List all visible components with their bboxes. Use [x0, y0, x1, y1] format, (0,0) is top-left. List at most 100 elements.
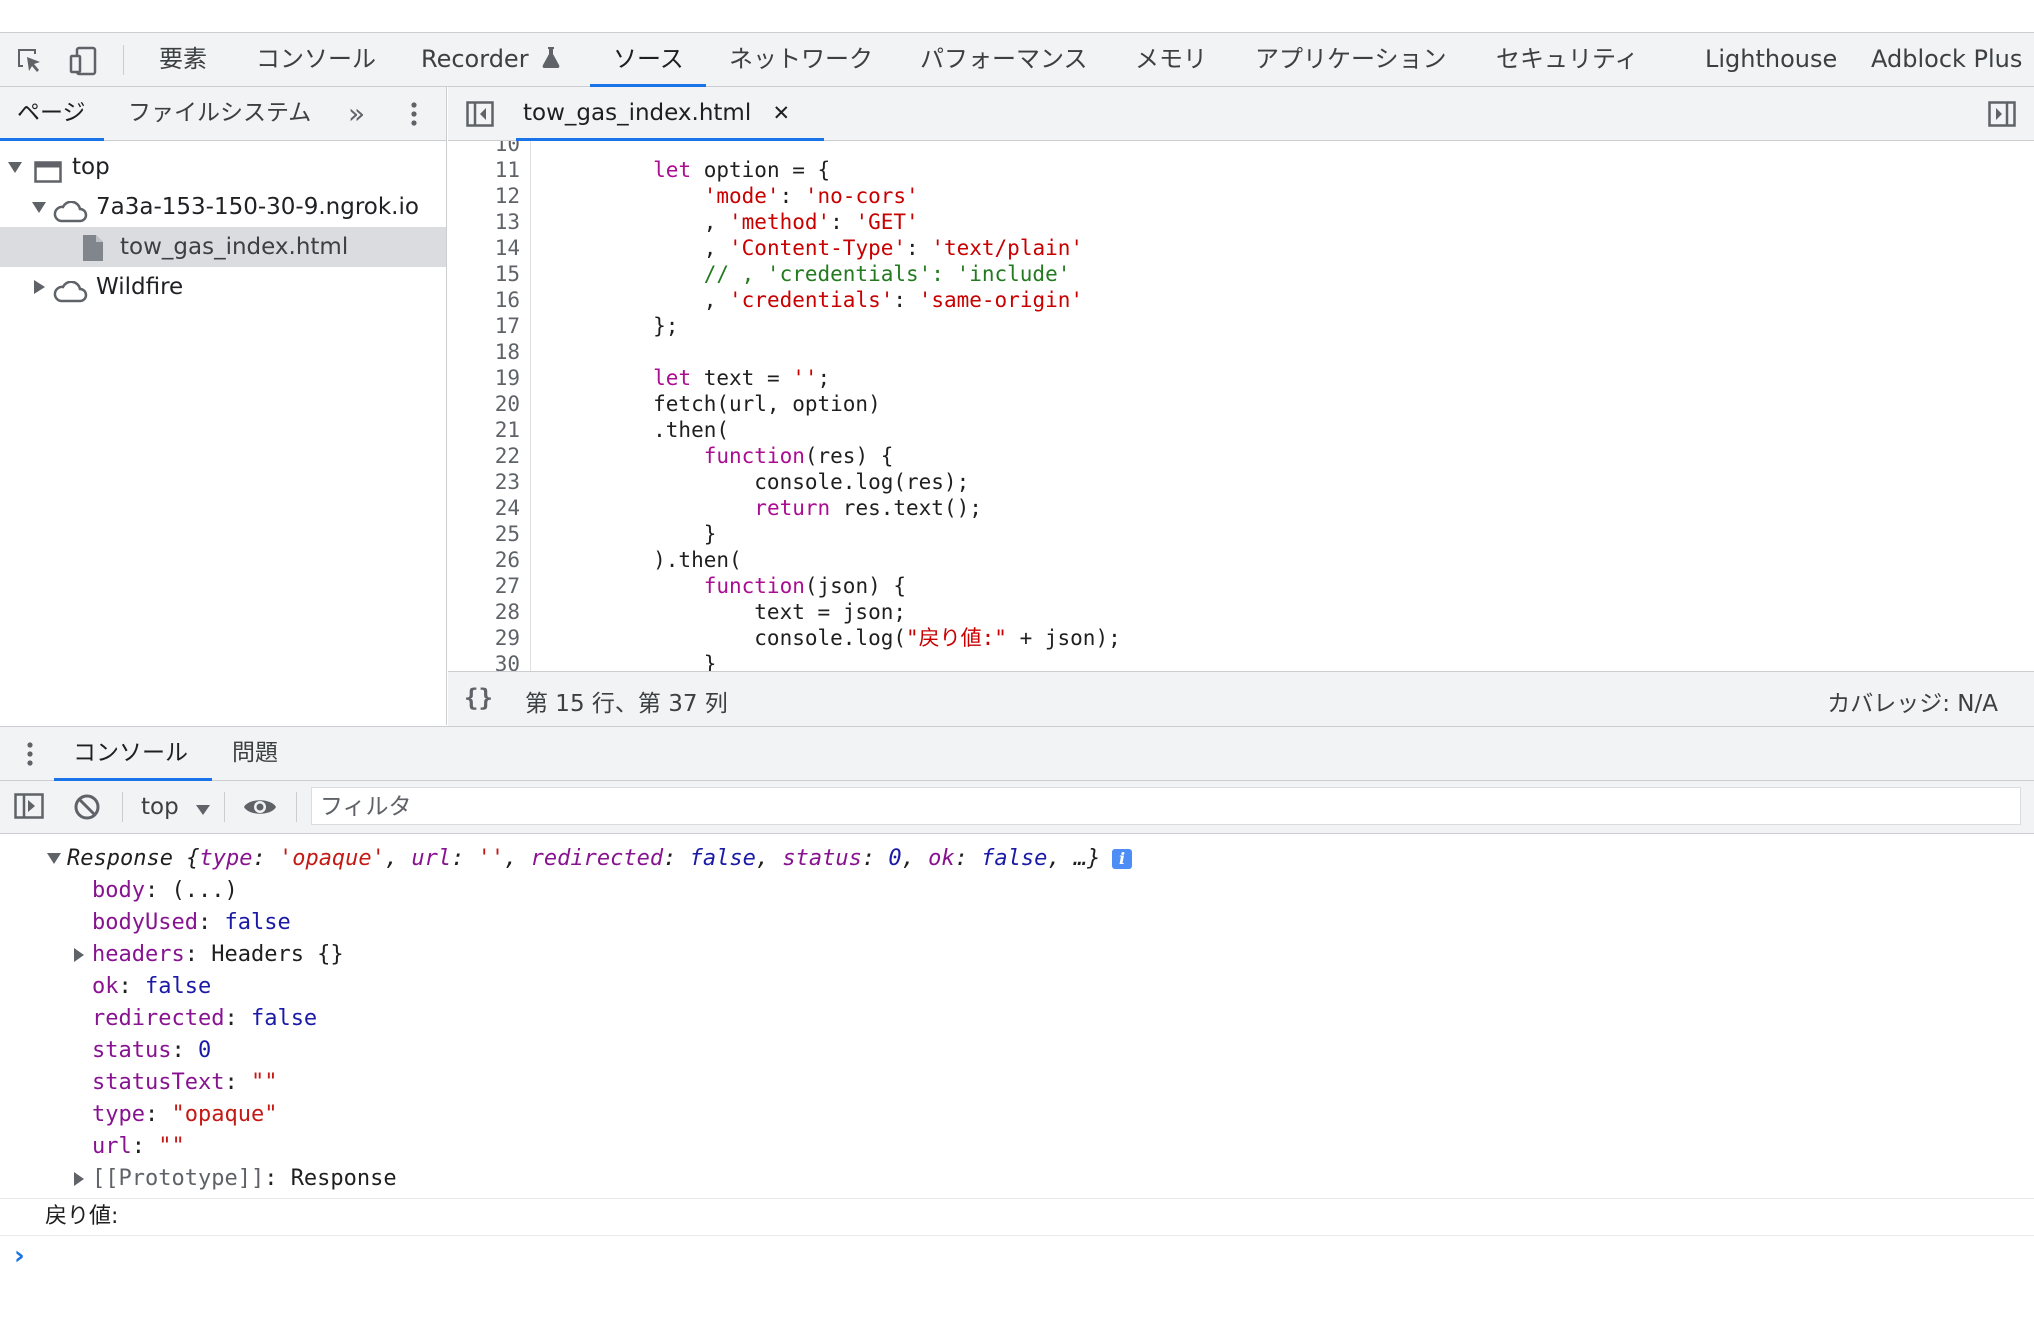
tab-security[interactable]: セキュリティ [1496, 33, 1639, 86]
code-token: fetch(url, option) [552, 392, 881, 416]
tab-performance[interactable]: パフォーマンス [920, 33, 1088, 86]
property-value: false [145, 974, 212, 999]
tab-page[interactable]: ページ [17, 87, 86, 140]
code-line: // , 'credentials': 'include' [552, 261, 1071, 287]
context-selector[interactable]: top [141, 781, 211, 834]
property-value: "" [250, 1070, 278, 1095]
close-tab-icon[interactable]: ✕ [773, 101, 791, 125]
console-input[interactable] [44, 1240, 2014, 1272]
drawer-tab-console[interactable]: コンソール [73, 727, 188, 780]
line-number[interactable]: 27 [495, 573, 520, 599]
line-number[interactable]: 23 [495, 469, 520, 495]
tab-lighthouse[interactable]: Lighthouse [1705, 33, 1837, 86]
tree-item-file[interactable]: tow_gas_index.html [0, 227, 446, 267]
line-number[interactable]: 17 [495, 313, 520, 339]
tab-adblock-plus[interactable]: Adblock Plus [1871, 33, 2022, 86]
expand-arrow-icon[interactable] [32, 202, 46, 213]
line-number[interactable]: 18 [495, 339, 520, 365]
device-toolbar-icon[interactable] [68, 45, 100, 77]
expand-arrow-icon[interactable] [74, 948, 84, 962]
toggle-navigator-icon[interactable] [466, 101, 494, 131]
line-number[interactable]: 25 [495, 521, 520, 547]
line-number[interactable]: 13 [495, 209, 520, 235]
tab-filesystem[interactable]: ファイルシステム [128, 87, 311, 140]
toggle-debugger-icon[interactable] [1988, 101, 2016, 131]
line-number[interactable]: 10 [495, 141, 520, 157]
dropdown-arrow-icon [196, 782, 211, 834]
line-number[interactable]: 28 [495, 599, 520, 625]
toolbar-divider [123, 45, 124, 75]
line-number[interactable]: 22 [495, 443, 520, 469]
line-number[interactable]: 19 [495, 365, 520, 391]
console-filter-input[interactable]: フィルタ [311, 787, 2021, 825]
code-token: : [893, 288, 919, 312]
more-options-icon[interactable] [408, 101, 420, 127]
tab-sources[interactable]: ソース [613, 33, 684, 86]
summary-token: type [199, 846, 253, 871]
line-number[interactable]: 24 [495, 495, 520, 521]
line-number[interactable]: 20 [495, 391, 520, 417]
code-token: (json) { [804, 574, 907, 598]
property-colon: : [224, 1006, 251, 1031]
summary-token: 0 [888, 846, 902, 871]
property-colon: : [264, 1166, 291, 1191]
tab-recorder[interactable]: Recorder [421, 33, 560, 86]
tree-item-wildfire[interactable]: Wildfire [0, 267, 446, 307]
tree-item-origin[interactable]: 7a3a-153-150-30-9.ngrok.io [0, 187, 446, 227]
expand-arrow-icon[interactable] [74, 1172, 84, 1186]
property-colon: : [144, 1102, 172, 1127]
line-number[interactable]: 16 [495, 287, 520, 313]
line-number[interactable]: 29 [495, 625, 520, 651]
summary-token: : [861, 846, 889, 871]
code-area[interactable]: let option = { 'mode': 'no-cors' , 'meth… [530, 141, 2034, 671]
drawer-tabbar: コンソール 問題 [0, 727, 2034, 781]
summary-token: redirected [530, 846, 664, 871]
tab-memory[interactable]: メモリ [1135, 33, 1207, 86]
response-summary[interactable]: Response {type: 'opaque', url: '', redir… [67, 843, 1100, 875]
property-key: [[Prototype]] [92, 1166, 265, 1191]
line-number[interactable]: 21 [495, 417, 520, 443]
property-value: (...) [171, 878, 238, 903]
property-value: false [224, 910, 291, 935]
code-token: , [552, 210, 730, 234]
drawer-tab-issues[interactable]: 問題 [232, 727, 278, 780]
tab-console[interactable]: コンソール [256, 33, 376, 86]
property-row[interactable]: [[Prototype]]: Response [74, 1163, 397, 1195]
summary-token: url [411, 846, 452, 871]
code-token: function [703, 574, 805, 598]
tab-elements[interactable]: 要素 [159, 33, 207, 86]
editor-file-tab[interactable]: tow_gas_index.html ✕ [523, 87, 790, 140]
summary-token: , [504, 846, 531, 871]
tab-network[interactable]: ネットワーク [729, 33, 873, 86]
clear-console-icon[interactable] [73, 793, 101, 825]
expand-arrow-icon[interactable] [8, 162, 22, 173]
tab-application[interactable]: アプリケーション [1255, 33, 1447, 86]
code-line: console.log("戻り値:" + json); [552, 625, 1120, 651]
pretty-print-button[interactable]: {} [464, 684, 493, 712]
line-number[interactable]: 14 [495, 235, 520, 261]
line-number[interactable]: 30 [495, 651, 520, 671]
line-number[interactable]: 11 [495, 157, 520, 183]
code-token: let [653, 366, 692, 390]
code-token: 'text/plain' [931, 236, 1084, 260]
line-number[interactable]: 15 [495, 261, 520, 287]
source-editor: tow_gas_index.html ✕ 10 11 12 13 14 15 16 17 18 1… [448, 87, 2034, 726]
code-token: "戻り値:" [906, 626, 1007, 650]
tree-item-top[interactable]: top [0, 147, 446, 187]
line-number[interactable]: 12 [495, 183, 520, 209]
more-tabs-button[interactable]: » [348, 87, 365, 140]
live-expression-eye-icon[interactable] [243, 795, 277, 823]
info-icon[interactable]: i [1112, 849, 1132, 869]
collapse-arrow-icon[interactable] [34, 280, 45, 294]
code-token: // , 'credentials': 'include' [552, 262, 1071, 286]
editor-tabbar: tow_gas_index.html ✕ [448, 87, 2034, 141]
property-row[interactable]: headers: Headers {} [74, 939, 344, 971]
cursor-position: 第 15 行、第 37 列 [525, 691, 728, 717]
expand-arrow-icon[interactable] [47, 853, 61, 864]
code-token: : [779, 184, 805, 208]
drawer-menu-icon[interactable] [24, 741, 36, 771]
line-number[interactable]: 26 [495, 547, 520, 573]
inspect-element-icon[interactable] [15, 46, 45, 76]
show-sidebar-icon[interactable] [14, 793, 44, 823]
